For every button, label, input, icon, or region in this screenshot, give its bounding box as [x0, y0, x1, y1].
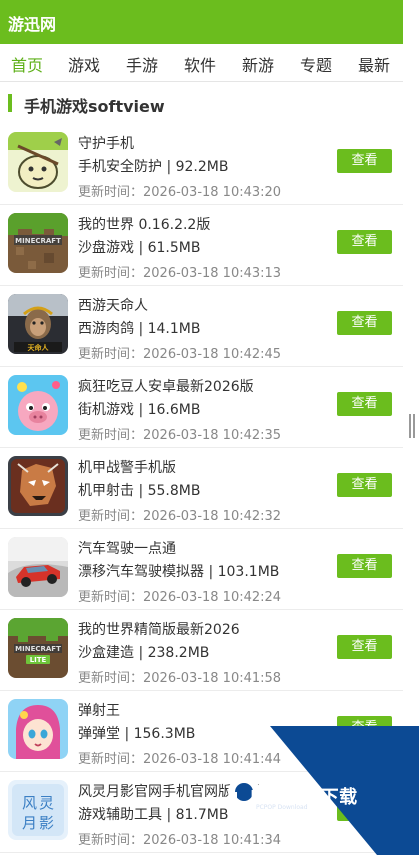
svg-text:LITE: LITE: [30, 656, 47, 664]
svg-text:天命人: 天命人: [28, 343, 50, 352]
minecraft-lite-app-icon[interactable]: MINECRAFT LITE: [8, 618, 68, 678]
view-button[interactable]: 查看: [337, 797, 392, 821]
app-update-time: 更新时间：2026-03-18 10:41:44: [78, 752, 282, 767]
view-button[interactable]: 查看: [337, 554, 392, 578]
app-list: 守护手机 手机安全防护 | 92.2MB 更新时间：2026-03-18 10:…: [0, 124, 403, 853]
app-name[interactable]: 疯狂吃豆人安卓最新2026版: [78, 376, 254, 396]
nav-item-mobile-games[interactable]: 手游: [126, 52, 158, 76]
nav-item-games[interactable]: 游戏: [68, 52, 100, 76]
nav-item-new-games[interactable]: 新游: [242, 52, 274, 76]
app-meta: 漂移汽车驾驶模拟器 | 103.1MB: [78, 564, 280, 580]
app-meta: 西游肉鸽 | 14.1MB: [78, 321, 201, 337]
app-meta: 沙盘游戏 | 61.5MB: [78, 240, 201, 256]
svg-text:风: 风: [22, 794, 37, 812]
view-button[interactable]: 查看: [337, 473, 392, 497]
fengling-yueying-app-icon[interactable]: 风 灵 月 影: [8, 780, 68, 840]
app-name[interactable]: 我的世界 0.16.2.2版: [78, 214, 210, 234]
nav-item-software[interactable]: 软件: [184, 52, 216, 76]
app-meta: 机甲射击 | 55.8MB: [78, 483, 201, 499]
category-nav: 首页 游戏 手游 软件 新游 专题 最新: [0, 44, 403, 82]
app-name[interactable]: 守护手机: [78, 133, 134, 153]
list-item[interactable]: 守护手机 手机安全防护 | 92.2MB 更新时间：2026-03-18 10:…: [0, 124, 403, 205]
app-name[interactable]: 弹射王: [78, 700, 120, 720]
app-update-time: 更新时间：2026-03-18 10:43:13: [78, 266, 282, 281]
cartoon-pig-app-icon[interactable]: [8, 375, 68, 435]
minecraft-app-icon[interactable]: MINECRAFT: [8, 213, 68, 273]
view-button[interactable]: 查看: [337, 149, 392, 173]
app-name[interactable]: 我的世界精简版最新2026: [78, 619, 240, 639]
monkey-king-app-icon[interactable]: 天命人: [8, 294, 68, 354]
list-item[interactable]: 弹射王 弹弹堂 | 156.3MB 更新时间：2026-03-18 10:41:…: [0, 691, 403, 772]
app-name[interactable]: 机甲战警手机版: [78, 457, 176, 477]
view-button[interactable]: 查看: [337, 716, 392, 740]
anime-girl-app-icon[interactable]: [8, 699, 68, 759]
app-meta: 街机游戏 | 16.6MB: [78, 402, 201, 418]
view-button[interactable]: 查看: [337, 635, 392, 659]
section-header: 手机游戏softview: [8, 92, 403, 116]
list-item[interactable]: 天命人 西游天命人 西游肉鸽 | 14.1MB 更新时间：2026-03-18 …: [0, 286, 403, 367]
top-header-bar: 游迅网: [0, 0, 403, 44]
app-update-time: 更新时间：2026-03-18 10:42:24: [78, 590, 282, 605]
app-update-time: 更新时间：2026-03-18 10:42:32: [78, 509, 282, 524]
nav-item-latest[interactable]: 最新: [358, 52, 390, 76]
app-update-time: 更新时间：2026-03-18 10:42:45: [78, 347, 282, 362]
list-item[interactable]: 疯狂吃豆人安卓最新2026版 街机游戏 | 16.6MB 更新时间：2026-0…: [0, 367, 403, 448]
view-button[interactable]: 查看: [337, 311, 392, 335]
view-button[interactable]: 查看: [337, 392, 392, 416]
scrollbar-grip[interactable]: [409, 414, 415, 438]
section-accent-bar: [8, 94, 12, 112]
list-item[interactable]: 机甲战警手机版 机甲射击 | 55.8MB 更新时间：2026-03-18 10…: [0, 448, 403, 529]
svg-text:月: 月: [22, 814, 37, 832]
app-name[interactable]: 西游天命人: [78, 295, 148, 315]
app-name[interactable]: 汽车驾驶一点通: [78, 538, 176, 558]
list-item[interactable]: MINECRAFT 我的世界 0.16.2.2版 沙盘游戏 | 61.5MB 更…: [0, 205, 403, 286]
list-item[interactable]: MINECRAFT LITE 我的世界精简版最新2026 沙盒建造 | 238.…: [0, 610, 403, 691]
nav-item-home[interactable]: 首页: [11, 52, 43, 76]
mech-warrior-app-icon[interactable]: [8, 456, 68, 516]
svg-text:MINECRAFT: MINECRAFT: [15, 237, 61, 245]
guard-phone-app-icon[interactable]: [8, 132, 68, 192]
app-meta: 手机安全防护 | 92.2MB: [78, 159, 229, 175]
app-update-time: 更新时间：2026-03-18 10:42:35: [78, 428, 282, 443]
svg-text:灵: 灵: [39, 794, 54, 812]
svg-text:影: 影: [39, 814, 54, 832]
app-update-time: 更新时间：2026-03-18 10:43:20: [78, 185, 282, 200]
list-item[interactable]: 汽车驾驶一点通 漂移汽车驾驶模拟器 | 103.1MB 更新时间：2026-03…: [0, 529, 403, 610]
drift-car-app-icon[interactable]: [8, 537, 68, 597]
app-meta: 弹弹堂 | 156.3MB: [78, 726, 196, 742]
app-update-time: 更新时间：2026-03-18 10:41:34: [78, 833, 282, 848]
app-meta: 沙盒建造 | 238.2MB: [78, 645, 210, 661]
section-title: 手机游戏softview: [24, 97, 165, 116]
app-name[interactable]: 风灵月影官网手机官网版本新: [78, 781, 260, 801]
list-item[interactable]: 风 灵 月 影 风灵月影官网手机官网版本新 游戏辅助工具 | 81.7MB 更新…: [0, 772, 403, 853]
view-button[interactable]: 查看: [337, 230, 392, 254]
nav-item-topics[interactable]: 专题: [300, 52, 332, 76]
svg-text:MINECRAFT: MINECRAFT: [15, 645, 61, 653]
site-logo[interactable]: 游迅网: [8, 11, 56, 35]
app-meta: 游戏辅助工具 | 81.7MB: [78, 807, 229, 823]
app-update-time: 更新时间：2026-03-18 10:41:58: [78, 671, 282, 686]
